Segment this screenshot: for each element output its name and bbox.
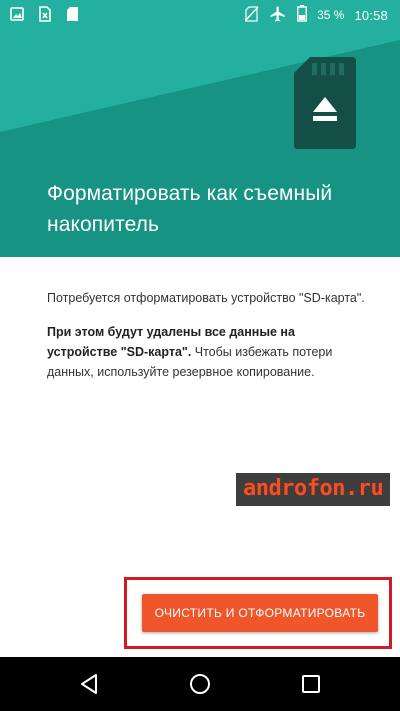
recents-icon[interactable] — [299, 672, 323, 696]
status-bar: 35 % 10:58 — [0, 0, 400, 30]
status-left-icons — [10, 6, 79, 27]
home-icon[interactable] — [188, 672, 212, 696]
battery-icon — [297, 5, 307, 25]
sim-notification-icon — [38, 6, 52, 27]
back-icon[interactable] — [78, 672, 102, 696]
navigation-bar — [0, 657, 400, 711]
sd-card-eject-icon — [294, 57, 356, 154]
format-warning-text: Потребуется отформатировать устройство "… — [47, 291, 365, 305]
status-time: 10:58 — [354, 7, 388, 23]
no-sim-icon — [244, 5, 259, 25]
data-loss-warning: При этом будут удалены все данные на уст… — [47, 322, 367, 382]
image-notification-icon — [10, 7, 24, 26]
sd-card-notification-icon — [66, 6, 79, 27]
watermark: androfon.ru — [236, 473, 391, 506]
status-right-icons: 35 % 10:58 — [244, 0, 388, 30]
content: Потребуется отформатировать устройство "… — [47, 288, 367, 382]
page-title: Форматировать как съемный накопитель — [47, 182, 333, 236]
battery-percent: 35 % — [317, 8, 345, 22]
header: 35 % 10:58 Форматировать как съемный нак… — [0, 0, 400, 257]
erase-and-format-button[interactable]: ОЧИСТИТЬ И ОТФОРМАТИРОВАТЬ — [142, 594, 378, 632]
airplane-mode-icon — [269, 5, 287, 26]
